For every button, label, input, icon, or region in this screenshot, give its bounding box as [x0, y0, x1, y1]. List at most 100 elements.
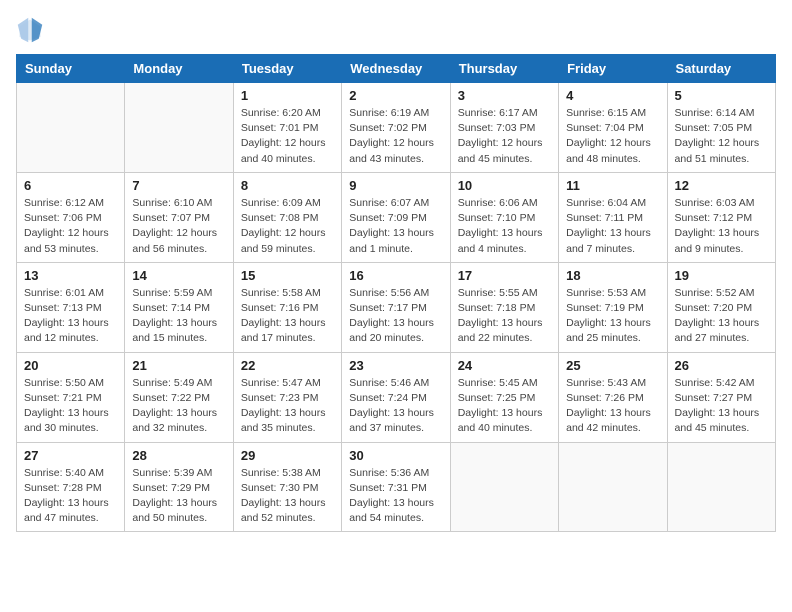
calendar-cell: 15 Sunrise: 5:58 AMSunset: 7:16 PMDayligh…: [233, 262, 341, 352]
calendar-cell: 13Sunrise: 6:01 AMSunset: 7:13 PMDayligh…: [17, 262, 125, 352]
day-info: Sunrise: 5:36 AMSunset: 7:31 PMDaylight:…: [349, 466, 442, 527]
calendar-cell: 10 Sunrise: 6:06 AMSunset: 7:10 PMDayligh…: [450, 172, 558, 262]
day-info: Sunrise: 5:50 AMSunset: 7:21 PMDaylight:…: [24, 376, 117, 437]
calendar-cell: 6 Sunrise: 6:12 AMSunset: 7:06 PMDaylight…: [17, 172, 125, 262]
day-info: Sunrise: 5:52 AMSunset: 7:20 PMDaylight:…: [675, 286, 768, 347]
calendar-week-3: 13Sunrise: 6:01 AMSunset: 7:13 PMDayligh…: [17, 262, 776, 352]
day-number: 3: [458, 88, 551, 103]
day-info: Sunrise: 5:49 AMSunset: 7:22 PMDaylight:…: [132, 376, 225, 437]
day-number: 20: [24, 358, 117, 373]
day-info: Sunrise: 6:09 AMSunset: 7:08 PMDaylight:…: [241, 196, 334, 257]
calendar-cell: 7 Sunrise: 6:10 AMSunset: 7:07 PMDaylight…: [125, 172, 233, 262]
day-info: Sunrise: 5:43 AMSunset: 7:26 PMDaylight:…: [566, 376, 659, 437]
day-info: Sunrise: 6:17 AMSunset: 7:03 PMDaylight:…: [458, 106, 551, 167]
day-info: Sunrise: 6:10 AMSunset: 7:07 PMDaylight:…: [132, 196, 225, 257]
day-number: 11: [566, 178, 659, 193]
day-number: 12: [675, 178, 768, 193]
day-number: 15: [241, 268, 334, 283]
day-number: 22: [241, 358, 334, 373]
day-number: 21: [132, 358, 225, 373]
calendar-header-row: SundayMondayTuesdayWednesdayThursdayFrid…: [17, 55, 776, 83]
calendar-cell: 11 Sunrise: 6:04 AMSunset: 7:11 PMDayligh…: [559, 172, 667, 262]
day-info: Sunrise: 6:15 AMSunset: 7:04 PMDaylight:…: [566, 106, 659, 167]
calendar-cell: 23Sunrise: 5:46 AMSunset: 7:24 PMDayligh…: [342, 352, 450, 442]
calendar-cell: 19Sunrise: 5:52 AMSunset: 7:20 PMDayligh…: [667, 262, 775, 352]
calendar-header-tuesday: Tuesday: [233, 55, 341, 83]
calendar-cell: 25Sunrise: 5:43 AMSunset: 7:26 PMDayligh…: [559, 352, 667, 442]
day-info: Sunrise: 5:45 AMSunset: 7:25 PMDaylight:…: [458, 376, 551, 437]
day-number: 30: [349, 448, 442, 463]
calendar-cell: 27Sunrise: 5:40 AMSunset: 7:28 PMDayligh…: [17, 442, 125, 532]
calendar-header-wednesday: Wednesday: [342, 55, 450, 83]
calendar-cell: 26 Sunrise: 5:42 AMSunset: 7:27 PMDayligh…: [667, 352, 775, 442]
calendar-cell: [125, 83, 233, 173]
calendar-cell: 16Sunrise: 5:56 AMSunset: 7:17 PMDayligh…: [342, 262, 450, 352]
day-number: 1: [241, 88, 334, 103]
calendar-cell: [559, 442, 667, 532]
logo: [16, 16, 48, 44]
calendar-cell: 30 Sunrise: 5:36 AMSunset: 7:31 PMDayligh…: [342, 442, 450, 532]
day-info: Sunrise: 5:46 AMSunset: 7:24 PMDaylight:…: [349, 376, 442, 437]
calendar-cell: 18Sunrise: 5:53 AMSunset: 7:19 PMDayligh…: [559, 262, 667, 352]
day-number: 13: [24, 268, 117, 283]
calendar-cell: 21 Sunrise: 5:49 AMSunset: 7:22 PMDayligh…: [125, 352, 233, 442]
calendar-cell: 12 Sunrise: 6:03 AMSunset: 7:12 PMDayligh…: [667, 172, 775, 262]
day-number: 29: [241, 448, 334, 463]
day-number: 5: [675, 88, 768, 103]
calendar-header-monday: Monday: [125, 55, 233, 83]
day-number: 28: [132, 448, 225, 463]
calendar-cell: 4 Sunrise: 6:15 AMSunset: 7:04 PMDaylight…: [559, 83, 667, 173]
calendar-header-sunday: Sunday: [17, 55, 125, 83]
day-info: Sunrise: 6:07 AMSunset: 7:09 PMDaylight:…: [349, 196, 442, 257]
day-info: Sunrise: 6:04 AMSunset: 7:11 PMDaylight:…: [566, 196, 659, 257]
day-info: Sunrise: 6:03 AMSunset: 7:12 PMDaylight:…: [675, 196, 768, 257]
day-info: Sunrise: 5:42 AMSunset: 7:27 PMDaylight:…: [675, 376, 768, 437]
day-number: 26: [675, 358, 768, 373]
day-info: Sunrise: 5:39 AMSunset: 7:29 PMDaylight:…: [132, 466, 225, 527]
calendar-week-4: 20 Sunrise: 5:50 AMSunset: 7:21 PMDayligh…: [17, 352, 776, 442]
day-number: 6: [24, 178, 117, 193]
page-header: [16, 16, 776, 44]
calendar-cell: 9 Sunrise: 6:07 AMSunset: 7:09 PMDaylight…: [342, 172, 450, 262]
calendar-week-5: 27Sunrise: 5:40 AMSunset: 7:28 PMDayligh…: [17, 442, 776, 532]
day-info: Sunrise: 6:06 AMSunset: 7:10 PMDaylight:…: [458, 196, 551, 257]
calendar-cell: 28 Sunrise: 5:39 AMSunset: 7:29 PMDayligh…: [125, 442, 233, 532]
day-number: 10: [458, 178, 551, 193]
day-info: Sunrise: 5:47 AMSunset: 7:23 PMDaylight:…: [241, 376, 334, 437]
calendar-cell: 3 Sunrise: 6:17 AMSunset: 7:03 PMDaylight…: [450, 83, 558, 173]
calendar-cell: 1 Sunrise: 6:20 AMSunset: 7:01 PMDaylight…: [233, 83, 341, 173]
calendar-week-2: 6 Sunrise: 6:12 AMSunset: 7:06 PMDaylight…: [17, 172, 776, 262]
calendar-cell: 29 Sunrise: 5:38 AMSunset: 7:30 PMDayligh…: [233, 442, 341, 532]
day-number: 9: [349, 178, 442, 193]
day-info: Sunrise: 6:19 AMSunset: 7:02 PMDaylight:…: [349, 106, 442, 167]
day-number: 7: [132, 178, 225, 193]
calendar-cell: 17 Sunrise: 5:55 AMSunset: 7:18 PMDayligh…: [450, 262, 558, 352]
day-number: 14: [132, 268, 225, 283]
calendar-body: 1 Sunrise: 6:20 AMSunset: 7:01 PMDaylight…: [17, 83, 776, 532]
day-number: 27: [24, 448, 117, 463]
calendar-cell: [450, 442, 558, 532]
day-info: Sunrise: 5:38 AMSunset: 7:30 PMDaylight:…: [241, 466, 334, 527]
calendar-cell: 5 Sunrise: 6:14 AMSunset: 7:05 PMDaylight…: [667, 83, 775, 173]
day-info: Sunrise: 5:55 AMSunset: 7:18 PMDaylight:…: [458, 286, 551, 347]
day-number: 18: [566, 268, 659, 283]
day-number: 8: [241, 178, 334, 193]
calendar-cell: 2 Sunrise: 6:19 AMSunset: 7:02 PMDaylight…: [342, 83, 450, 173]
calendar-table: SundayMondayTuesdayWednesdayThursdayFrid…: [16, 54, 776, 532]
day-info: Sunrise: 6:12 AMSunset: 7:06 PMDaylight:…: [24, 196, 117, 257]
calendar-cell: 20 Sunrise: 5:50 AMSunset: 7:21 PMDayligh…: [17, 352, 125, 442]
day-info: Sunrise: 6:14 AMSunset: 7:05 PMDaylight:…: [675, 106, 768, 167]
calendar-cell: [667, 442, 775, 532]
calendar-cell: [17, 83, 125, 173]
day-info: Sunrise: 6:20 AMSunset: 7:01 PMDaylight:…: [241, 106, 334, 167]
calendar-cell: 14 Sunrise: 5:59 AMSunset: 7:14 PMDayligh…: [125, 262, 233, 352]
day-info: Sunrise: 5:59 AMSunset: 7:14 PMDaylight:…: [132, 286, 225, 347]
day-number: 4: [566, 88, 659, 103]
day-number: 2: [349, 88, 442, 103]
calendar-header-thursday: Thursday: [450, 55, 558, 83]
calendar-cell: 22 Sunrise: 5:47 AMSunset: 7:23 PMDayligh…: [233, 352, 341, 442]
calendar-header-friday: Friday: [559, 55, 667, 83]
day-number: 17: [458, 268, 551, 283]
day-info: Sunrise: 5:58 AMSunset: 7:16 PMDaylight:…: [241, 286, 334, 347]
day-number: 16: [349, 268, 442, 283]
